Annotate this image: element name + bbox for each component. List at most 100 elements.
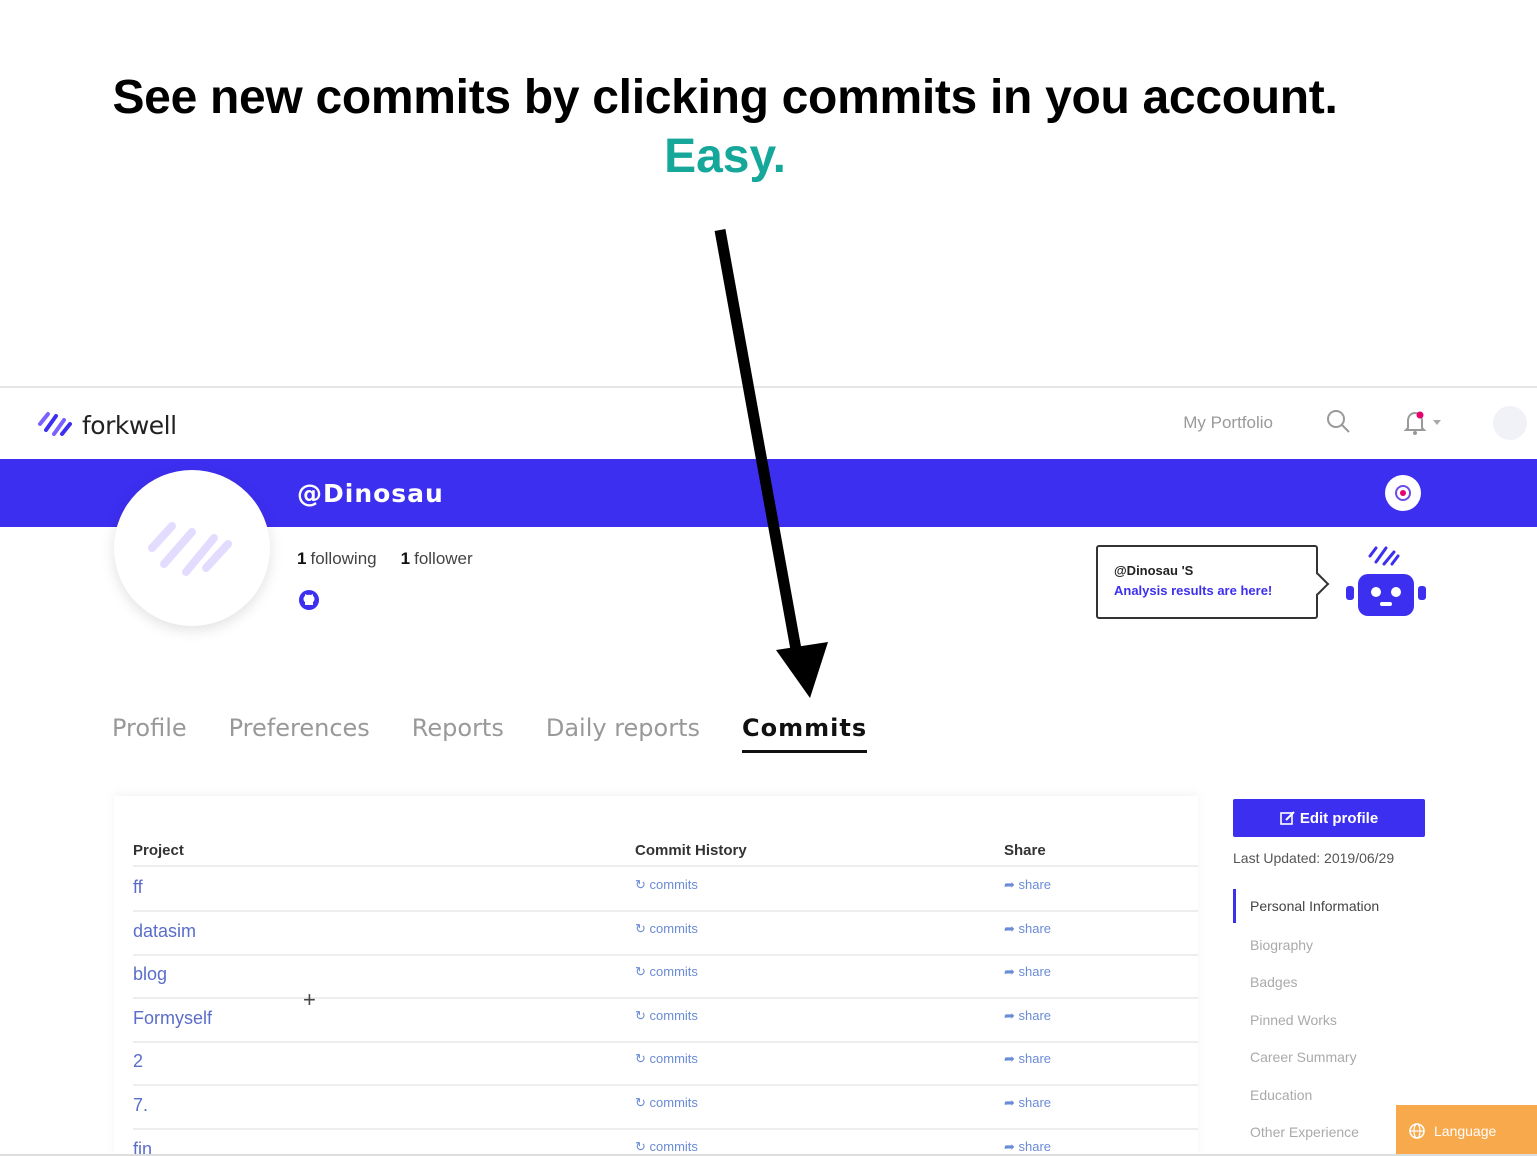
tab-profile[interactable]: Profile (112, 714, 187, 753)
table-row: 2 ↻ commits ➦ share (133, 1042, 1198, 1087)
tab-preferences[interactable]: Preferences (229, 714, 370, 753)
history-icon: ↻ (635, 920, 650, 936)
caption-line-2: Easy. (664, 130, 786, 183)
project-link[interactable]: datasim (133, 921, 196, 942)
logo-text: forkwell (82, 411, 177, 440)
username: @Dinosau (297, 479, 444, 508)
share-icon: ➦ (1004, 920, 1019, 936)
table-header: Project Commit History Share (133, 842, 1198, 867)
header-commit-history: Commit History (635, 842, 747, 859)
following-label: following (310, 549, 377, 568)
tab-daily-reports[interactable]: Daily reports (546, 714, 700, 753)
caption-line-1: See new commits by clicking commits in y… (112, 71, 1338, 124)
share-link[interactable]: ➦ share (1004, 1139, 1051, 1155)
sidebar-item-biography[interactable]: Biography (1233, 926, 1433, 964)
share-link[interactable]: ➦ share (1004, 921, 1051, 937)
history-icon: ↻ (635, 877, 650, 892)
share-link[interactable]: ➦ share (1004, 877, 1051, 893)
share-icon: ➦ (1004, 964, 1019, 980)
my-portfolio-link[interactable]: My Portfolio (1183, 413, 1273, 433)
search-icon[interactable] (1325, 408, 1351, 439)
banner-action-button[interactable] (1385, 475, 1421, 511)
commits-link[interactable]: ↻ commits (635, 964, 698, 980)
tab-reports[interactable]: Reports (412, 714, 504, 753)
history-icon: ↻ (635, 1007, 650, 1023)
analysis-user: @Dinosau 'S (1114, 563, 1194, 578)
share-label: share (1018, 877, 1052, 892)
user-avatar[interactable] (1493, 406, 1527, 440)
last-updated: Last Updated: 2019/06/29 (1233, 850, 1395, 866)
sidebar-item-badges[interactable]: Badges (1233, 964, 1433, 1002)
header-project: Project (133, 842, 184, 859)
notification-bell[interactable] (1403, 410, 1441, 436)
share-link[interactable]: ➦ share (1004, 1051, 1051, 1067)
sidebar-item-personal-information[interactable]: Personal Information (1233, 889, 1433, 923)
edit-profile-label: Edit profile (1299, 809, 1379, 827)
commits-link[interactable]: ↻ commits (635, 921, 698, 937)
sidebar-item-career-summary[interactable]: Career Summary (1233, 1039, 1433, 1077)
commits-label: commits (649, 1051, 698, 1067)
analysis-message[interactable]: Analysis results are here! (1114, 583, 1316, 598)
share-icon: ➦ (1004, 877, 1019, 892)
analysis-callout[interactable]: @Dinosau 'S Analysis results are here! (1096, 545, 1318, 619)
tab-commits[interactable]: Commits (742, 714, 868, 753)
project-link[interactable]: ff (133, 877, 143, 898)
follower-count: 1 (400, 549, 411, 568)
robot-mascot-icon (1344, 540, 1428, 625)
commits-link[interactable]: ↻ commits (635, 1051, 698, 1067)
sidebar-item-pinned-works[interactable]: Pinned Works (1233, 1001, 1433, 1039)
history-icon: ↻ (635, 1138, 650, 1154)
share-icon: ➦ (1004, 1051, 1019, 1067)
follower-stat[interactable]: 1 follower (401, 549, 473, 569)
cursor-crosshair-icon: + (303, 987, 316, 1012)
commits-link[interactable]: ↻ commits (635, 877, 698, 893)
follower-label: follower (414, 549, 473, 568)
share-label: share (1018, 1051, 1052, 1067)
commits-link[interactable]: ↻ commits (635, 1139, 698, 1155)
share-icon: ➦ (1004, 1138, 1019, 1154)
share-icon: ➦ (1004, 1095, 1019, 1110)
commits-label: commits (649, 877, 698, 892)
github-icon[interactable] (297, 588, 321, 617)
share-label: share (1018, 964, 1052, 980)
history-icon: ↻ (635, 964, 650, 980)
following-stat[interactable]: 1 following (297, 549, 377, 569)
project-link[interactable]: Formyself (133, 1008, 212, 1029)
commits-label: commits (649, 964, 698, 980)
project-link[interactable]: blog (133, 964, 167, 985)
commits-label: commits (649, 1095, 698, 1110)
share-icon: ➦ (1004, 1007, 1019, 1023)
commits-label: commits (649, 1007, 698, 1023)
share-label: share (1018, 920, 1052, 936)
globe-icon (1409, 1122, 1425, 1139)
commits-link[interactable]: ↻ commits (635, 1008, 698, 1024)
project-link[interactable]: 2 (133, 1051, 143, 1072)
language-button[interactable]: Language (1396, 1105, 1537, 1156)
share-link[interactable]: ➦ share (1004, 1095, 1051, 1111)
share-link[interactable]: ➦ share (1004, 1008, 1051, 1024)
project-link[interactable]: 7. (133, 1095, 148, 1116)
logo[interactable]: forkwell (36, 408, 177, 443)
history-icon: ↻ (635, 1051, 650, 1067)
profile-avatar (114, 470, 270, 626)
top-navbar: forkwell My Portfolio (0, 386, 1537, 459)
commits-label: commits (649, 920, 698, 936)
commits-link[interactable]: ↻ commits (635, 1095, 698, 1111)
profile-sidebar: Edit profile Last Updated: 2019/06/29 Pe… (1233, 799, 1433, 1151)
share-label: share (1018, 1138, 1052, 1154)
table-row: datasim ↻ commits ➦ share (133, 912, 1198, 956)
share-link[interactable]: ➦ share (1004, 964, 1051, 980)
top-nav: My Portfolio (1183, 406, 1537, 440)
tutorial-caption: See new commits by clicking commits in y… (0, 70, 1450, 184)
profile-tabs: Profile Preferences Reports Daily report… (112, 714, 909, 753)
edit-profile-button[interactable]: Edit profile (1233, 799, 1425, 837)
forkwell-avatar-icon (148, 522, 232, 576)
forkwell-logo-icon (36, 408, 76, 443)
chevron-down-icon (1433, 420, 1441, 425)
table-row: fin ↻ commits ➦ share (133, 1130, 1198, 1156)
table-row: blog ↻ commits ➦ share (133, 955, 1198, 1000)
edit-icon (1280, 811, 1295, 825)
language-label: Language (1434, 1122, 1497, 1139)
table-row: 7. ↻ commits ➦ share (133, 1086, 1198, 1130)
header-share: Share (1004, 842, 1046, 859)
